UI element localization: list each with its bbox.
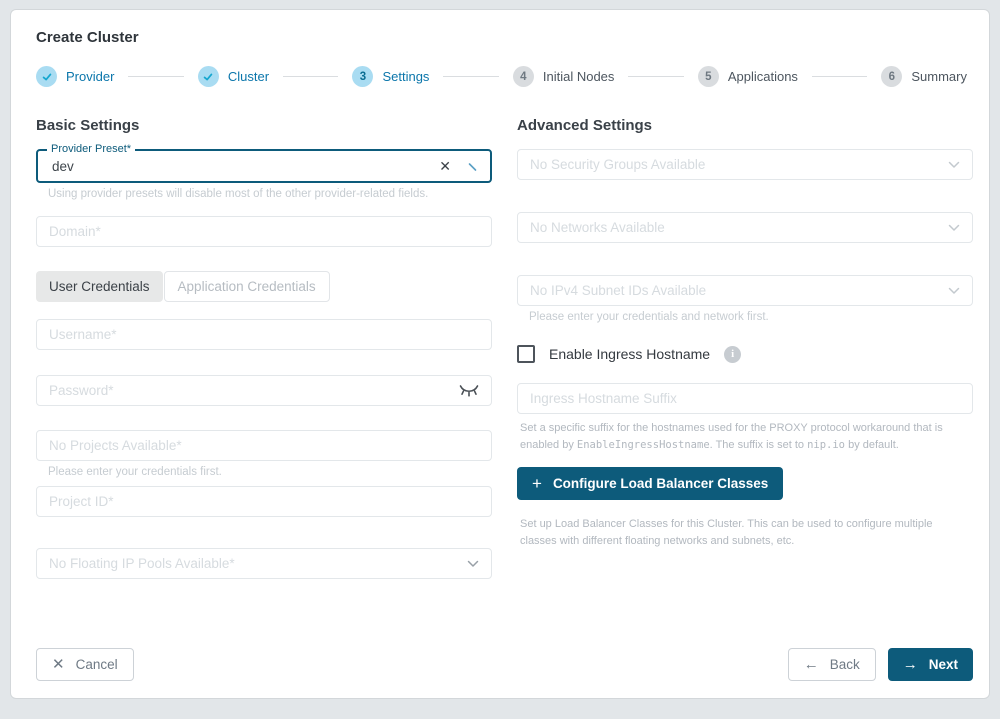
projects-field [36, 430, 492, 461]
step-connector [128, 76, 183, 77]
step-label: Settings [382, 69, 429, 84]
cancel-button[interactable]: ✕ Cancel [36, 648, 134, 681]
check-icon [41, 71, 53, 83]
next-button[interactable]: → Next [888, 648, 973, 681]
step-connector [812, 76, 867, 77]
security-groups-placeholder: No Security Groups Available [530, 157, 948, 172]
ingress-hostname-suffix-input [530, 391, 960, 406]
step-settings[interactable]: 3 Settings [352, 66, 429, 87]
step-label: Provider [66, 69, 114, 84]
password-input [49, 383, 459, 398]
step-number-circle: 3 [352, 66, 373, 87]
project-id-field [36, 486, 492, 517]
enable-ingress-hostname-row: Enable Ingress Hostname i [517, 345, 973, 363]
step-applications[interactable]: 5 Applications [698, 66, 798, 87]
arrow-left-icon: ← [804, 657, 819, 672]
enable-ingress-hostname-checkbox[interactable] [517, 345, 535, 363]
ipv4-subnet-placeholder: No IPv4 Subnet IDs Available [530, 283, 948, 298]
load-balancer-helper: Set up Load Balancer Classes for this Cl… [520, 516, 970, 549]
cancel-label: Cancel [76, 657, 118, 672]
tab-application-credentials[interactable]: Application Credentials [164, 271, 330, 302]
step-label: Cluster [228, 69, 269, 84]
step-cluster[interactable]: Cluster [198, 66, 269, 87]
basic-settings-section: Basic Settings Provider Preset* ✕ Using … [36, 117, 492, 579]
configure-lb-label: Configure Load Balancer Classes [553, 476, 768, 491]
ipv4-subnet-select: No IPv4 Subnet IDs Available [517, 275, 973, 306]
next-label: Next [929, 657, 958, 672]
step-summary[interactable]: 6 Summary [881, 66, 967, 87]
arrow-right-icon: → [903, 657, 918, 672]
step-connector [283, 76, 338, 77]
security-groups-select: No Security Groups Available [517, 149, 973, 180]
advanced-settings-section: Advanced Settings No Security Groups Ava… [517, 117, 973, 549]
step-number-circle: 5 [698, 66, 719, 87]
step-initial-nodes[interactable]: 4 Initial Nodes [513, 66, 615, 87]
chevron-down-icon [948, 224, 960, 232]
tab-user-credentials[interactable]: User Credentials [36, 271, 163, 302]
plus-icon: + [532, 475, 542, 492]
step-label: Initial Nodes [543, 69, 615, 84]
provider-preset-input[interactable] [50, 158, 439, 175]
ipv4-subnet-helper: Please enter your credentials and networ… [529, 311, 973, 323]
step-number-circle: 6 [881, 66, 902, 87]
chevron-down-icon [467, 560, 479, 568]
domain-input [49, 224, 479, 239]
visibility-off-icon[interactable] [459, 384, 479, 397]
provider-preset-field[interactable]: Provider Preset* ✕ [36, 149, 492, 183]
ingress-hostname-suffix-helper: Set a specific suffix for the hostnames … [520, 420, 973, 453]
project-id-input [49, 494, 479, 509]
step-connector [628, 76, 683, 77]
back-button[interactable]: ← Back [788, 648, 876, 681]
projects-input [49, 438, 479, 453]
enable-ingress-hostname-label: Enable Ingress Hostname [549, 346, 710, 362]
step-connector [443, 76, 498, 77]
floating-ip-pools-select: No Floating IP Pools Available* [36, 548, 492, 579]
close-icon: ✕ [52, 657, 65, 672]
domain-field [36, 216, 492, 247]
basic-settings-heading: Basic Settings [36, 117, 492, 134]
chevron-down-icon [948, 287, 960, 295]
step-label: Applications [728, 69, 798, 84]
password-field [36, 375, 492, 406]
check-icon [202, 71, 214, 83]
configure-load-balancer-classes-button[interactable]: + Configure Load Balancer Classes [517, 467, 783, 500]
code-enable-ingress-hostname: EnableIngressHostname [577, 439, 710, 451]
page-title: Create Cluster [36, 29, 973, 46]
wizard-footer: ✕ Cancel ← Back → Next [27, 648, 973, 682]
username-field [36, 319, 492, 350]
step-done-circle [198, 66, 219, 87]
provider-preset-helper: Using provider presets will disable most… [48, 188, 492, 200]
back-label: Back [830, 657, 860, 672]
step-provider[interactable]: Provider [36, 66, 114, 87]
step-label: Summary [911, 69, 967, 84]
username-input [49, 327, 479, 342]
code-nip-io: nip.io [807, 439, 845, 451]
networks-select: No Networks Available [517, 212, 973, 243]
step-number-circle: 4 [513, 66, 534, 87]
wizard-stepper: Provider Cluster 3 Settings 4 Initial No… [36, 66, 967, 87]
ingress-hostname-suffix-field [517, 383, 973, 414]
provider-preset-label: Provider Preset* [47, 143, 135, 155]
projects-helper: Please enter your credentials first. [48, 466, 492, 478]
advanced-settings-heading: Advanced Settings [517, 117, 973, 134]
create-cluster-dialog: Create Cluster Provider Cluster 3 Settin… [10, 9, 990, 699]
dropdown-caret-icon[interactable] [467, 161, 478, 172]
networks-placeholder: No Networks Available [530, 220, 948, 235]
credentials-tabs: User Credentials Application Credentials [36, 271, 492, 302]
info-icon[interactable]: i [724, 346, 741, 363]
clear-icon[interactable]: ✕ [439, 159, 451, 173]
step-done-circle [36, 66, 57, 87]
chevron-down-icon [948, 161, 960, 169]
floating-ip-pools-placeholder: No Floating IP Pools Available* [49, 556, 467, 571]
